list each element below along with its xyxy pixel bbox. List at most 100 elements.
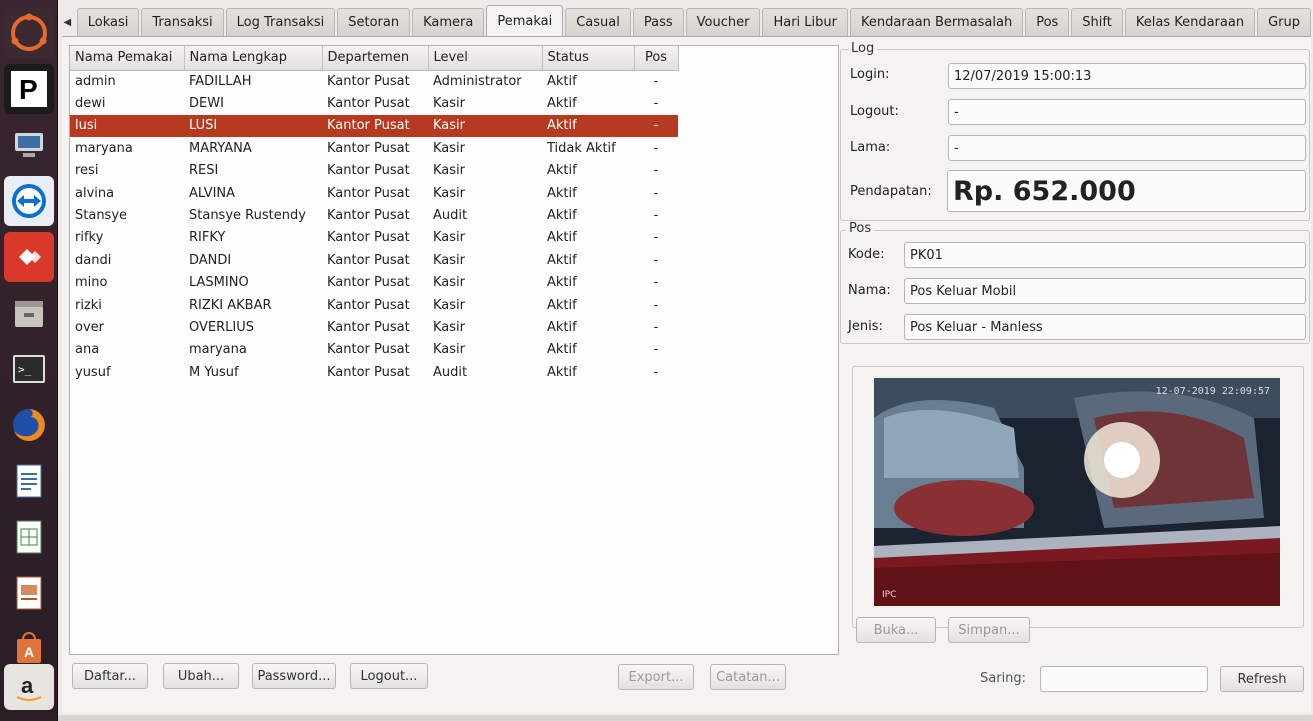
cell-status: Aktif	[547, 185, 577, 201]
table-row[interactable]: dewi DEWI Kantor Pusat Kasir Aktif -	[70, 92, 678, 114]
table-row[interactable]: dandi DANDI Kantor Pusat Kasir Aktif -	[70, 249, 678, 271]
cell-status: Tidak Aktif	[547, 140, 616, 156]
table-row[interactable]: Stansye Stansye Rustendy Kantor Pusat Audit…	[70, 204, 678, 226]
lama-field[interactable]: -	[948, 135, 1306, 161]
cell-nama-pemakai: alvina	[75, 185, 115, 201]
cell-departemen: Kantor Pusat	[327, 252, 410, 268]
logout-field[interactable]: -	[948, 99, 1306, 125]
tab-scroll-left-icon[interactable]: ◀	[58, 8, 77, 36]
column-header-departemen[interactable]: Departemen	[322, 46, 429, 71]
refresh-button[interactable]: Refresh	[1220, 666, 1304, 692]
cell-status: Aktif	[547, 342, 577, 358]
table-row[interactable]: lusi LUSI Kantor Pusat Kasir Aktif -	[70, 114, 678, 138]
cell-pos: -	[653, 73, 659, 89]
terminal-icon[interactable]: >_	[4, 344, 54, 394]
table-row[interactable]: mino LASMINO Kantor Pusat Kasir Aktif -	[70, 272, 678, 294]
column-header-pos[interactable]: Pos	[634, 46, 679, 71]
tab-setoran[interactable]: Setoran	[337, 8, 411, 36]
tab-pemakai[interactable]: Pemakai	[486, 5, 564, 36]
cell-pos: -	[653, 96, 659, 112]
tab-hari-libur[interactable]: Hari Libur	[762, 8, 848, 36]
cell-pos: -	[634, 114, 678, 138]
tab-transaksi[interactable]: Transaksi	[141, 8, 224, 36]
login-field[interactable]: 12/07/2019 15:00:13	[948, 63, 1306, 89]
cell-nama-lengkap: ALVINA	[189, 185, 236, 201]
tab-pos[interactable]: Pos	[1025, 8, 1070, 36]
tab-grup[interactable]: Grup	[1257, 8, 1311, 36]
cell-status: Aktif	[547, 319, 577, 335]
tab-pass[interactable]: Pass	[632, 8, 684, 36]
cell-level: Audit	[433, 208, 468, 224]
file-manager-icon[interactable]	[4, 288, 54, 338]
logout-button[interactable]: Logout...	[350, 663, 428, 689]
cell-status: Aktif	[547, 297, 577, 313]
cell-pos: -	[653, 163, 659, 179]
tab-shift[interactable]: Shift	[1071, 8, 1123, 36]
firefox-icon[interactable]	[4, 400, 54, 450]
teamviewer-icon[interactable]	[4, 176, 54, 226]
table-row[interactable]: rifky RIFKY Kantor Pusat Kasir Aktif -	[70, 227, 678, 249]
cell-pos: -	[653, 275, 659, 291]
jenis-label: Jenis:	[848, 319, 883, 334]
table-row[interactable]: resi RESI Kantor Pusat Kasir Aktif -	[70, 160, 678, 182]
pendapatan-field[interactable]: Rp. 652.000	[947, 170, 1306, 212]
svg-text:A: A	[24, 644, 34, 660]
kode-field[interactable]: PK01	[904, 242, 1306, 268]
amazon-icon[interactable]: a	[4, 664, 54, 710]
log-group-title: Log	[848, 41, 878, 56]
cell-nama-pemakai: resi	[75, 163, 99, 179]
cell-departemen: Kantor Pusat	[327, 364, 410, 380]
camera-timestamp: 12-07-2019 22:09:57	[1155, 386, 1270, 397]
table-row[interactable]: alvina ALVINA Kantor Pusat Kasir Aktif -	[70, 182, 678, 204]
cell-status: Aktif	[547, 230, 577, 246]
nama-field[interactable]: Pos Keluar Mobil	[904, 278, 1306, 304]
cell-departemen: Kantor Pusat	[327, 319, 410, 335]
column-header-nama-lengkap[interactable]: Nama Lengkap	[184, 46, 323, 71]
column-header-nama-pemakai[interactable]: Nama Pemakai	[70, 46, 185, 71]
cell-nama-lengkap: FADILLAH	[189, 73, 252, 89]
users-table[interactable]: Nama Pemakai Nama Lengkap Departemen Lev…	[69, 45, 839, 655]
cell-level: Kasir	[433, 140, 465, 156]
calc-icon[interactable]	[4, 512, 54, 562]
tab-kendaraan-bermasalah[interactable]: Kendaraan Bermasalah	[849, 8, 1024, 36]
saring-input[interactable]	[1040, 666, 1208, 692]
impress-icon[interactable]	[4, 568, 54, 618]
cell-level: Kasir	[433, 342, 465, 358]
anydesk-icon[interactable]	[4, 232, 54, 282]
table-row[interactable]: yusuf M Yusuf Kantor Pusat Audit Aktif -	[70, 361, 678, 383]
table-row[interactable]: ana maryana Kantor Pusat Kasir Aktif -	[70, 339, 678, 361]
simpan-button[interactable]: Simpan...	[948, 617, 1030, 643]
buka-button[interactable]: Buka...	[856, 617, 936, 643]
cell-level: Kasir	[433, 230, 465, 246]
column-header-status[interactable]: Status	[542, 46, 635, 71]
tab-kelas-kendaraan[interactable]: Kelas Kendaraan	[1124, 8, 1256, 36]
tab-kamera[interactable]: Kamera	[412, 8, 485, 36]
table-row[interactable]: maryana MARYANA Kantor Pusat Kasir Tidak Akt…	[70, 137, 678, 159]
tab-voucher[interactable]: Voucher	[685, 8, 761, 36]
column-header-level[interactable]: Level	[428, 46, 543, 71]
tab-casual[interactable]: Casual	[565, 8, 631, 36]
table-row[interactable]: rizki RIZKI AKBAR Kantor Pusat Kasir Aktif -	[70, 294, 678, 316]
export-button[interactable]: Export...	[618, 664, 694, 690]
cell-status: Aktif	[547, 163, 577, 179]
daftar-button[interactable]: Daftar...	[72, 663, 148, 689]
tab-log-transaksi[interactable]: Log Transaksi	[225, 8, 336, 36]
password-button[interactable]: Password...	[252, 663, 336, 689]
network-computer-icon[interactable]	[4, 120, 54, 170]
table-row[interactable]: admin FADILLAH Kantor Pusat Administrator Ak…	[70, 70, 678, 92]
ubah-button[interactable]: Ubah...	[163, 663, 239, 689]
cell-nama-lengkap: RIFKY	[189, 230, 226, 246]
cell-level: Kasir	[433, 319, 465, 335]
ubuntu-logo-icon[interactable]	[4, 8, 54, 58]
cell-nama-lengkap: RIZKI AKBAR	[189, 297, 272, 313]
catatan-button[interactable]: Catatan...	[710, 664, 786, 690]
cell-nama-pemakai: yusuf	[75, 364, 111, 380]
tab-lokasi[interactable]: Lokasi	[76, 8, 140, 36]
writer-icon[interactable]	[4, 456, 54, 506]
cell-status: Aktif	[547, 208, 577, 224]
jenis-field[interactable]: Pos Keluar - Manless	[904, 314, 1306, 340]
tab-bar: ◀ Lokasi Transaksi Log Transaksi Setoran…	[58, 5, 1313, 36]
table-row[interactable]: over OVERLIUS Kantor Pusat Kasir Aktif -	[70, 316, 678, 338]
parking-p-icon[interactable]: P	[4, 64, 54, 114]
cell-level: Kasir	[433, 297, 465, 313]
